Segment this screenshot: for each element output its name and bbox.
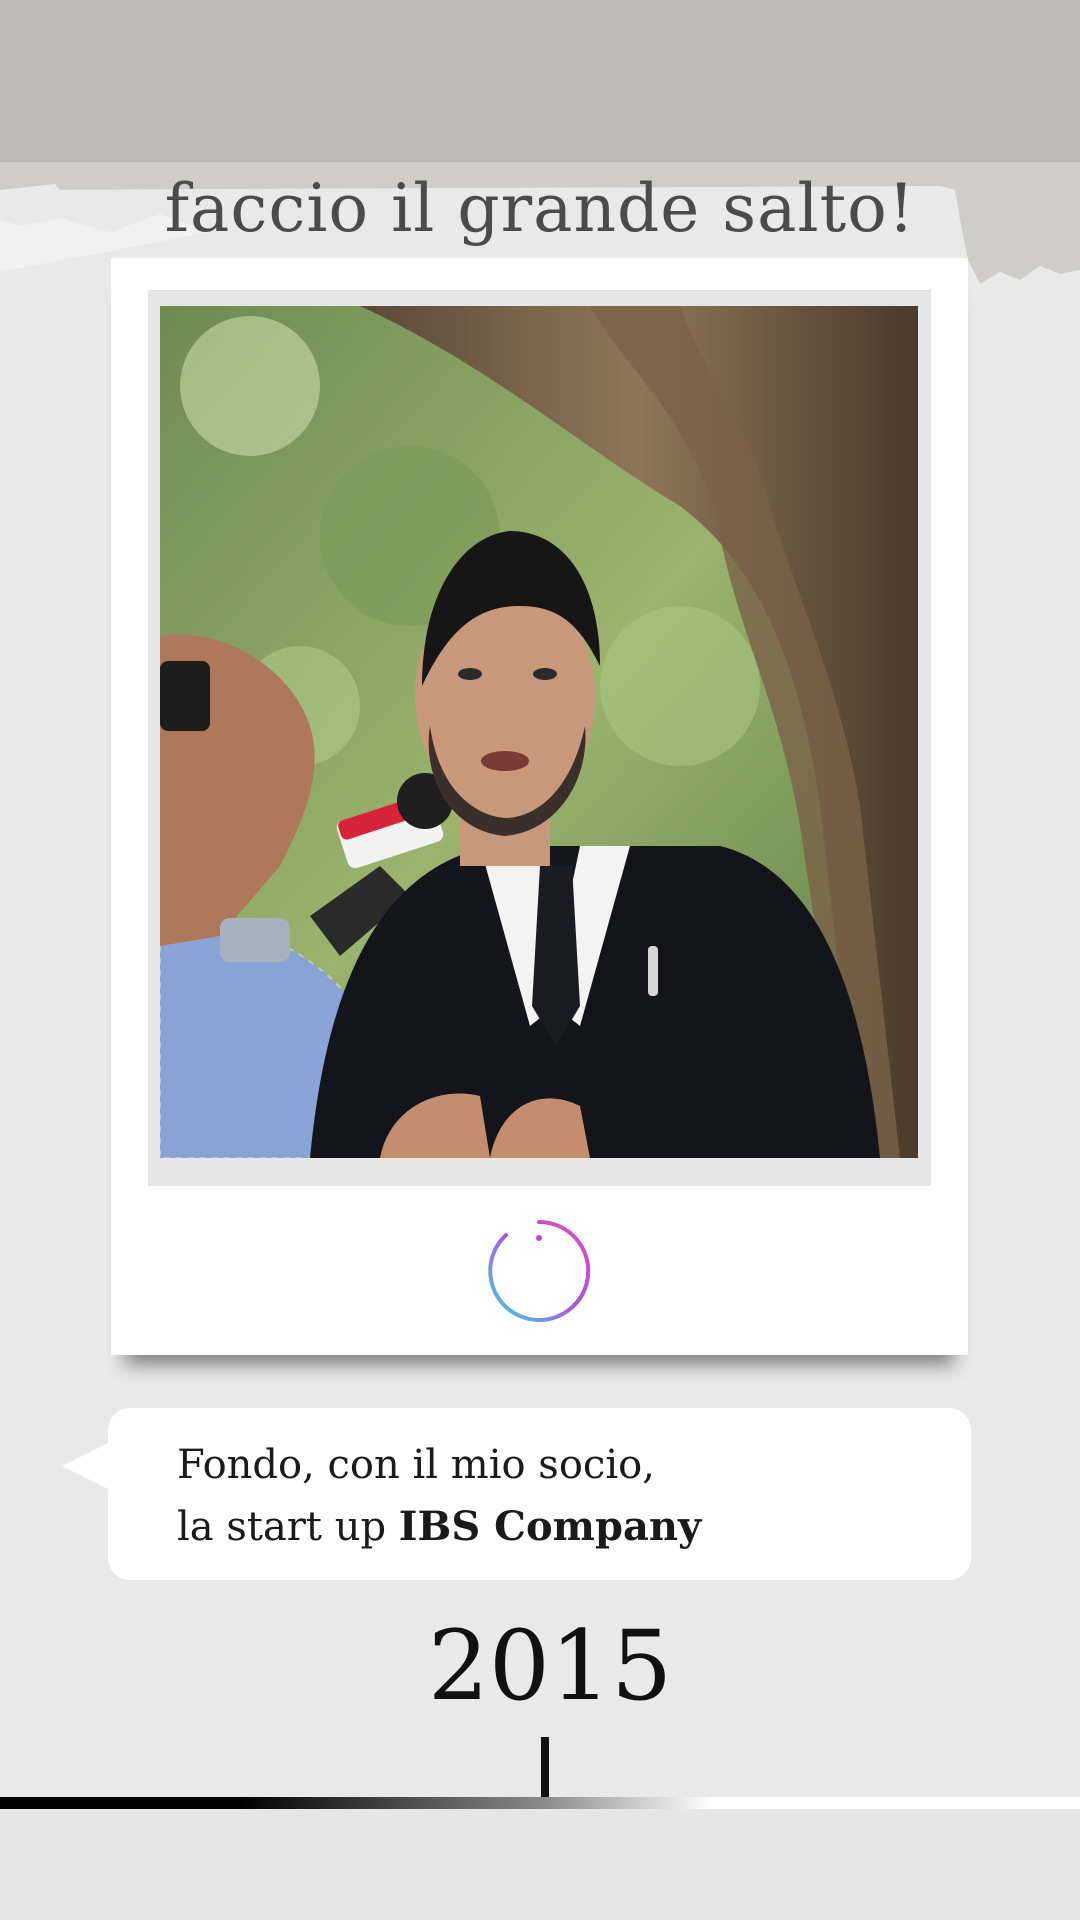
info-circle-logo-icon <box>488 1219 591 1322</box>
headline: faccio il grande salto! <box>164 170 916 247</box>
top-band <box>0 0 1080 165</box>
timeline-tick <box>541 1737 549 1797</box>
polaroid-card <box>111 258 968 1355</box>
bubble-line-2-prefix: la start up <box>177 1504 399 1550</box>
photo-mat <box>148 290 931 1186</box>
speech-bubble-tail <box>62 1440 114 1492</box>
bubble-text: Fondo, con il mio socio, la start up IBS… <box>177 1434 701 1558</box>
speech-bubble: Fondo, con il mio socio, la start up IBS… <box>108 1408 971 1580</box>
bubble-line-1: Fondo, con il mio socio, <box>177 1442 655 1488</box>
company-name: IBS Company <box>398 1503 702 1550</box>
bubble-line-2: la start up IBS Company <box>177 1496 701 1558</box>
timeline-bar <box>0 1797 1080 1809</box>
year-label: 2015 <box>427 1610 673 1722</box>
interview-photo <box>160 306 918 1158</box>
bottom-band <box>0 1809 1080 1920</box>
